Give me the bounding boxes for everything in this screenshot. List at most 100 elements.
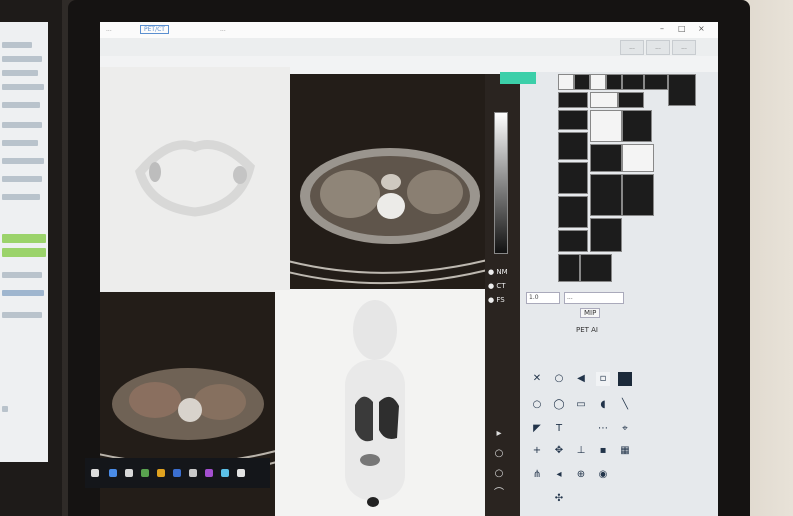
crosshair-icon[interactable]: ⌖ (618, 422, 632, 436)
crosshair-icon[interactable]: ✕ (530, 372, 544, 386)
ct-axial-image (290, 148, 500, 285)
rect-roi-icon[interactable]: ■ (618, 372, 632, 386)
taskbar-app-icon[interactable] (189, 469, 197, 477)
list-item[interactable] (2, 42, 32, 48)
viewport-mip-top[interactable] (100, 67, 290, 292)
layout-tile[interactable] (644, 74, 668, 90)
pet-ai-label: PET AI (576, 326, 598, 334)
window-title: ... (106, 26, 112, 33)
layout-tile[interactable] (622, 110, 652, 142)
rect-roi-icon[interactable]: ▭ (574, 398, 588, 412)
layout-tile[interactable] (590, 110, 622, 142)
layout-tile[interactable] (590, 174, 622, 216)
radio-fs[interactable]: ● FS (488, 296, 505, 304)
layout-tile[interactable] (558, 230, 588, 252)
circle-tool-icon[interactable]: ○ (552, 372, 566, 386)
circle-tool-icon[interactable]: ◯ (552, 398, 566, 412)
setting-field-a[interactable]: 1.0 (526, 292, 560, 304)
zoom-icon[interactable]: ▦ (618, 444, 632, 458)
layout-tile[interactable] (622, 174, 654, 216)
toolbar-button-a[interactable]: ... (620, 40, 644, 55)
list-item[interactable] (2, 140, 38, 146)
list-item[interactable] (2, 194, 40, 200)
layout-tile[interactable] (618, 92, 644, 108)
arrow-icon[interactable]: ◀ (574, 372, 588, 386)
arrow-icon[interactable]: ▸ (492, 427, 506, 441)
list-item[interactable] (2, 272, 42, 278)
ellipse-roi-icon[interactable]: ○ (530, 398, 544, 412)
taskbar-app-icon[interactable] (109, 469, 117, 477)
radio-ct[interactable]: ● CT (488, 282, 506, 290)
list-item[interactable] (2, 312, 42, 318)
taskbar-app-icon[interactable] (125, 469, 133, 477)
tab-pet-ct[interactable]: PET/CT (140, 25, 169, 34)
layout-tile[interactable] (590, 144, 622, 172)
list-item-selected[interactable] (2, 248, 46, 257)
move-icon[interactable]: ✥ (552, 444, 566, 458)
viewport-ct-axial-top[interactable] (290, 74, 500, 289)
ruler-icon[interactable]: ⋔ (530, 468, 544, 482)
layout-tile[interactable] (558, 254, 580, 282)
circle-tool-icon[interactable]: ○ (492, 447, 506, 461)
arrow-icon[interactable]: ▪ (596, 444, 610, 458)
layout-tile[interactable] (574, 74, 590, 90)
layout-tile[interactable] (590, 218, 622, 252)
move-icon[interactable]: ⊕ (574, 468, 588, 482)
layout-tile[interactable] (558, 162, 588, 194)
accent-tab[interactable] (500, 72, 536, 84)
pan-icon[interactable]: ⊥ (574, 444, 588, 458)
taskbar-app-icon[interactable] (141, 469, 149, 477)
viewport-pet-mip[interactable] (275, 290, 485, 516)
layout-tile[interactable] (622, 74, 644, 90)
crosshair-icon[interactable]: + (530, 444, 544, 458)
layout-tile[interactable] (558, 92, 588, 108)
layout-tile[interactable] (580, 254, 612, 282)
layout-tile[interactable] (558, 132, 588, 160)
layout-tile[interactable] (622, 144, 654, 172)
maximize-icon[interactable]: □ (678, 24, 686, 33)
list-item[interactable] (2, 70, 38, 76)
list-item[interactable] (2, 290, 44, 296)
ellipse-roi-icon[interactable]: ○ (492, 467, 506, 481)
layout-tile[interactable] (590, 92, 618, 108)
angle-icon[interactable]: ◤ (530, 422, 544, 436)
window-level-bar[interactable] (494, 112, 508, 254)
list-item[interactable] (2, 158, 44, 164)
list-item-selected[interactable] (2, 234, 46, 243)
arrow-icon[interactable]: ◂ (552, 468, 566, 482)
ruler-icon[interactable]: ⌒ (492, 487, 506, 501)
layout-tile[interactable] (606, 74, 622, 90)
layout-tile[interactable] (558, 196, 588, 228)
ruler-icon[interactable]: ╲ (618, 398, 632, 412)
text-tool-icon[interactable]: T (552, 422, 566, 436)
zoom-icon[interactable]: ▫ (596, 372, 610, 386)
list-item[interactable] (2, 56, 42, 62)
toolbar-button-b[interactable]: ... (646, 40, 670, 55)
layout-tile[interactable] (558, 74, 574, 90)
ellipse-roi-icon[interactable]: ◖ (596, 398, 610, 412)
setting-field-b[interactable]: ... (564, 292, 624, 304)
taskbar-app-icon[interactable] (205, 469, 213, 477)
move-icon[interactable]: ✣ (552, 492, 566, 506)
toolbar-button-c[interactable]: ... (672, 40, 696, 55)
list-item[interactable] (2, 102, 40, 108)
list-item[interactable] (2, 176, 42, 182)
radio-nm[interactable]: ● NM (488, 268, 508, 276)
circle-tool-icon[interactable]: ◉ (596, 468, 610, 482)
start-icon[interactable] (91, 469, 99, 477)
list-item (2, 406, 8, 412)
taskbar-app-icon[interactable] (237, 469, 245, 477)
layout-tile[interactable] (668, 74, 696, 106)
taskbar-app-icon[interactable] (157, 469, 165, 477)
pan-icon[interactable]: ⋯ (596, 422, 610, 436)
mode-button[interactable]: MIP (580, 308, 601, 318)
taskbar-app-icon[interactable] (173, 469, 181, 477)
taskbar-app-icon[interactable] (221, 469, 229, 477)
minimize-icon[interactable]: – (660, 24, 664, 33)
layout-tile[interactable] (558, 110, 588, 130)
list-item[interactable] (2, 122, 42, 128)
list-item[interactable] (2, 84, 44, 90)
mip-image (135, 140, 255, 217)
close-icon[interactable]: × (698, 24, 705, 33)
layout-tile[interactable] (590, 74, 606, 90)
